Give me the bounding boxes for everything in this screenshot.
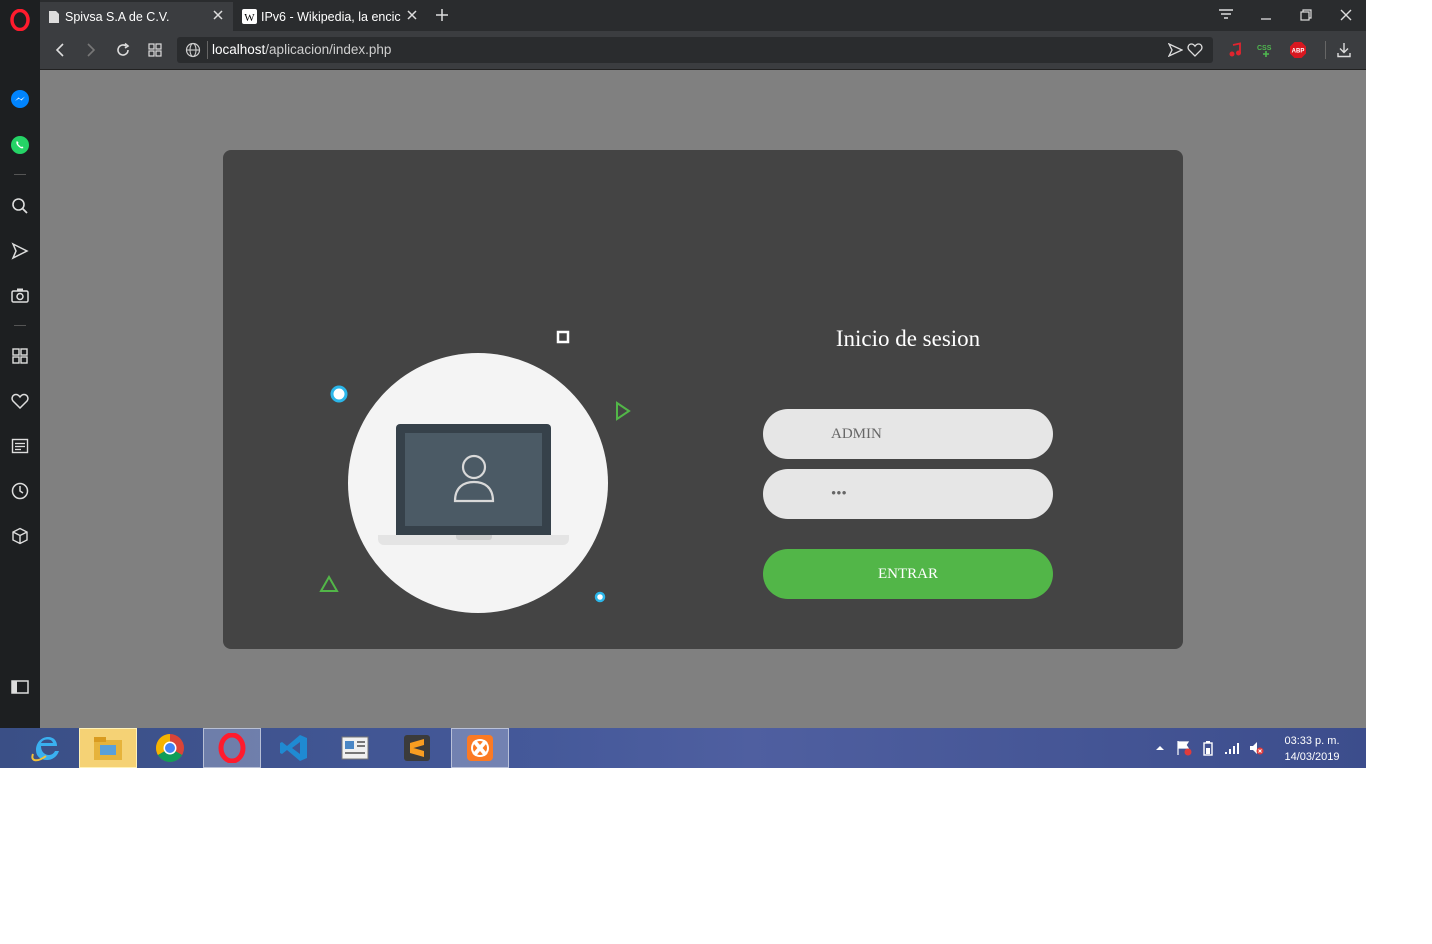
history-icon[interactable] <box>8 479 32 503</box>
volume-muted-icon[interactable] <box>1248 740 1264 756</box>
adblock-icon[interactable]: ABP <box>1286 39 1310 61</box>
square-decoration-icon <box>556 330 570 344</box>
whatsapp-icon[interactable] <box>8 133 32 157</box>
speed-dial-icon[interactable] <box>8 344 32 368</box>
page-icon <box>49 10 59 23</box>
opera-sidebar <box>0 0 40 728</box>
send-icon[interactable] <box>8 239 32 263</box>
svg-text:ABP: ABP <box>1292 49 1305 55</box>
sublime-text-icon[interactable] <box>388 728 446 768</box>
url-host: localhost <box>212 42 266 57</box>
search-icon[interactable] <box>8 194 32 218</box>
download-icon[interactable] <box>1332 39 1356 61</box>
laptop-notch <box>456 535 492 540</box>
screen: Spivsa S.A de C.V. W IPv6 - Wikipedia, l… <box>0 0 1366 768</box>
windows-taskbar: 03:33 p. m. 14/03/2019 <box>0 728 1366 768</box>
clock-time: 03:33 p. m. <box>1284 735 1340 747</box>
url-path: /aplicacion/index.php <box>265 42 392 57</box>
restore-icon[interactable] <box>1294 4 1318 26</box>
close-icon[interactable] <box>405 8 419 22</box>
power-icon[interactable] <box>1200 740 1216 756</box>
tab-title: Spivsa S.A de C.V. <box>65 9 170 24</box>
file-explorer-icon[interactable] <box>79 728 137 768</box>
chrome-icon[interactable] <box>141 728 199 768</box>
globe-icon <box>185 42 201 58</box>
svg-text:CSS: CSS <box>1257 45 1272 52</box>
opera-taskbar-icon[interactable] <box>203 728 261 768</box>
send-page-icon[interactable] <box>1168 43 1183 57</box>
messenger-icon[interactable] <box>8 87 32 111</box>
minimize-icon[interactable] <box>1254 4 1278 26</box>
username-input[interactable] <box>763 409 1053 459</box>
laptop-screen <box>396 424 551 535</box>
extensions-box-icon[interactable] <box>8 524 32 548</box>
sidebar-toggle-icon[interactable] <box>8 675 32 699</box>
tab-bar: Spivsa S.A de C.V. W IPv6 - Wikipedia, l… <box>40 0 1366 31</box>
css-extension-icon[interactable]: CSS <box>1254 39 1278 61</box>
bookmark-heart-icon[interactable] <box>1187 43 1203 57</box>
url-field[interactable]: localhost/aplicacion/index.php <box>177 37 1213 63</box>
login-title: Inicio de sesion <box>835 326 981 351</box>
tabs-grid-icon[interactable] <box>143 39 167 61</box>
url-divider <box>207 41 208 59</box>
camera-icon[interactable] <box>8 283 32 307</box>
opera-logo-icon[interactable] <box>8 8 32 32</box>
login-card: Inicio de sesion ENTRAR <box>223 150 1183 649</box>
password-input[interactable] <box>763 469 1053 519</box>
music-extension-icon[interactable] <box>1224 39 1248 61</box>
triangle-up-decoration-icon <box>319 575 339 592</box>
news-icon[interactable] <box>8 434 32 458</box>
address-bar-row: localhost/aplicacion/index.php CSS ABP <box>40 31 1366 70</box>
url-text: localhost/aplicacion/index.php <box>212 42 391 57</box>
toolbar-divider <box>1325 41 1326 59</box>
back-icon[interactable] <box>48 39 72 61</box>
window-close-icon[interactable] <box>1334 4 1358 26</box>
vscode-icon[interactable] <box>265 728 323 768</box>
laptop-display <box>405 433 542 526</box>
sidebar-divider <box>14 174 26 175</box>
xampp-icon[interactable] <box>451 728 509 768</box>
wikipedia-icon: W <box>242 9 257 24</box>
tab-title: IPv6 - Wikipedia, la enciclo <box>261 9 401 24</box>
action-center-flag-icon[interactable] <box>1176 740 1192 756</box>
reload-icon[interactable] <box>111 39 135 61</box>
laptop-illustration <box>348 353 608 613</box>
dot-decoration-icon <box>594 591 606 603</box>
tab-menu-icon[interactable] <box>1214 4 1238 26</box>
clock-date: 14/03/2019 <box>1284 751 1340 763</box>
login-submit-button[interactable]: ENTRAR <box>763 549 1053 599</box>
tab-wikipedia[interactable]: W IPv6 - Wikipedia, la enciclo <box>234 2 427 31</box>
new-tab-icon[interactable] <box>430 4 454 26</box>
circle-decoration-icon <box>330 385 348 403</box>
network-signal-icon[interactable] <box>1224 740 1240 756</box>
heart-icon[interactable] <box>8 389 32 413</box>
svg-text:W: W <box>244 12 255 24</box>
news-reader-app-icon[interactable] <box>326 728 384 768</box>
sidebar-divider <box>14 325 26 326</box>
close-icon[interactable] <box>211 8 225 22</box>
internet-explorer-icon[interactable] <box>17 728 75 768</box>
triangle-right-decoration-icon <box>616 401 631 421</box>
system-clock[interactable]: 03:33 p. m. 14/03/2019 <box>1270 733 1354 765</box>
show-hidden-icons-icon[interactable] <box>1152 740 1168 756</box>
user-icon <box>453 454 495 503</box>
tab-spivsa[interactable]: Spivsa S.A de C.V. <box>40 2 233 31</box>
forward-icon[interactable] <box>79 39 103 61</box>
